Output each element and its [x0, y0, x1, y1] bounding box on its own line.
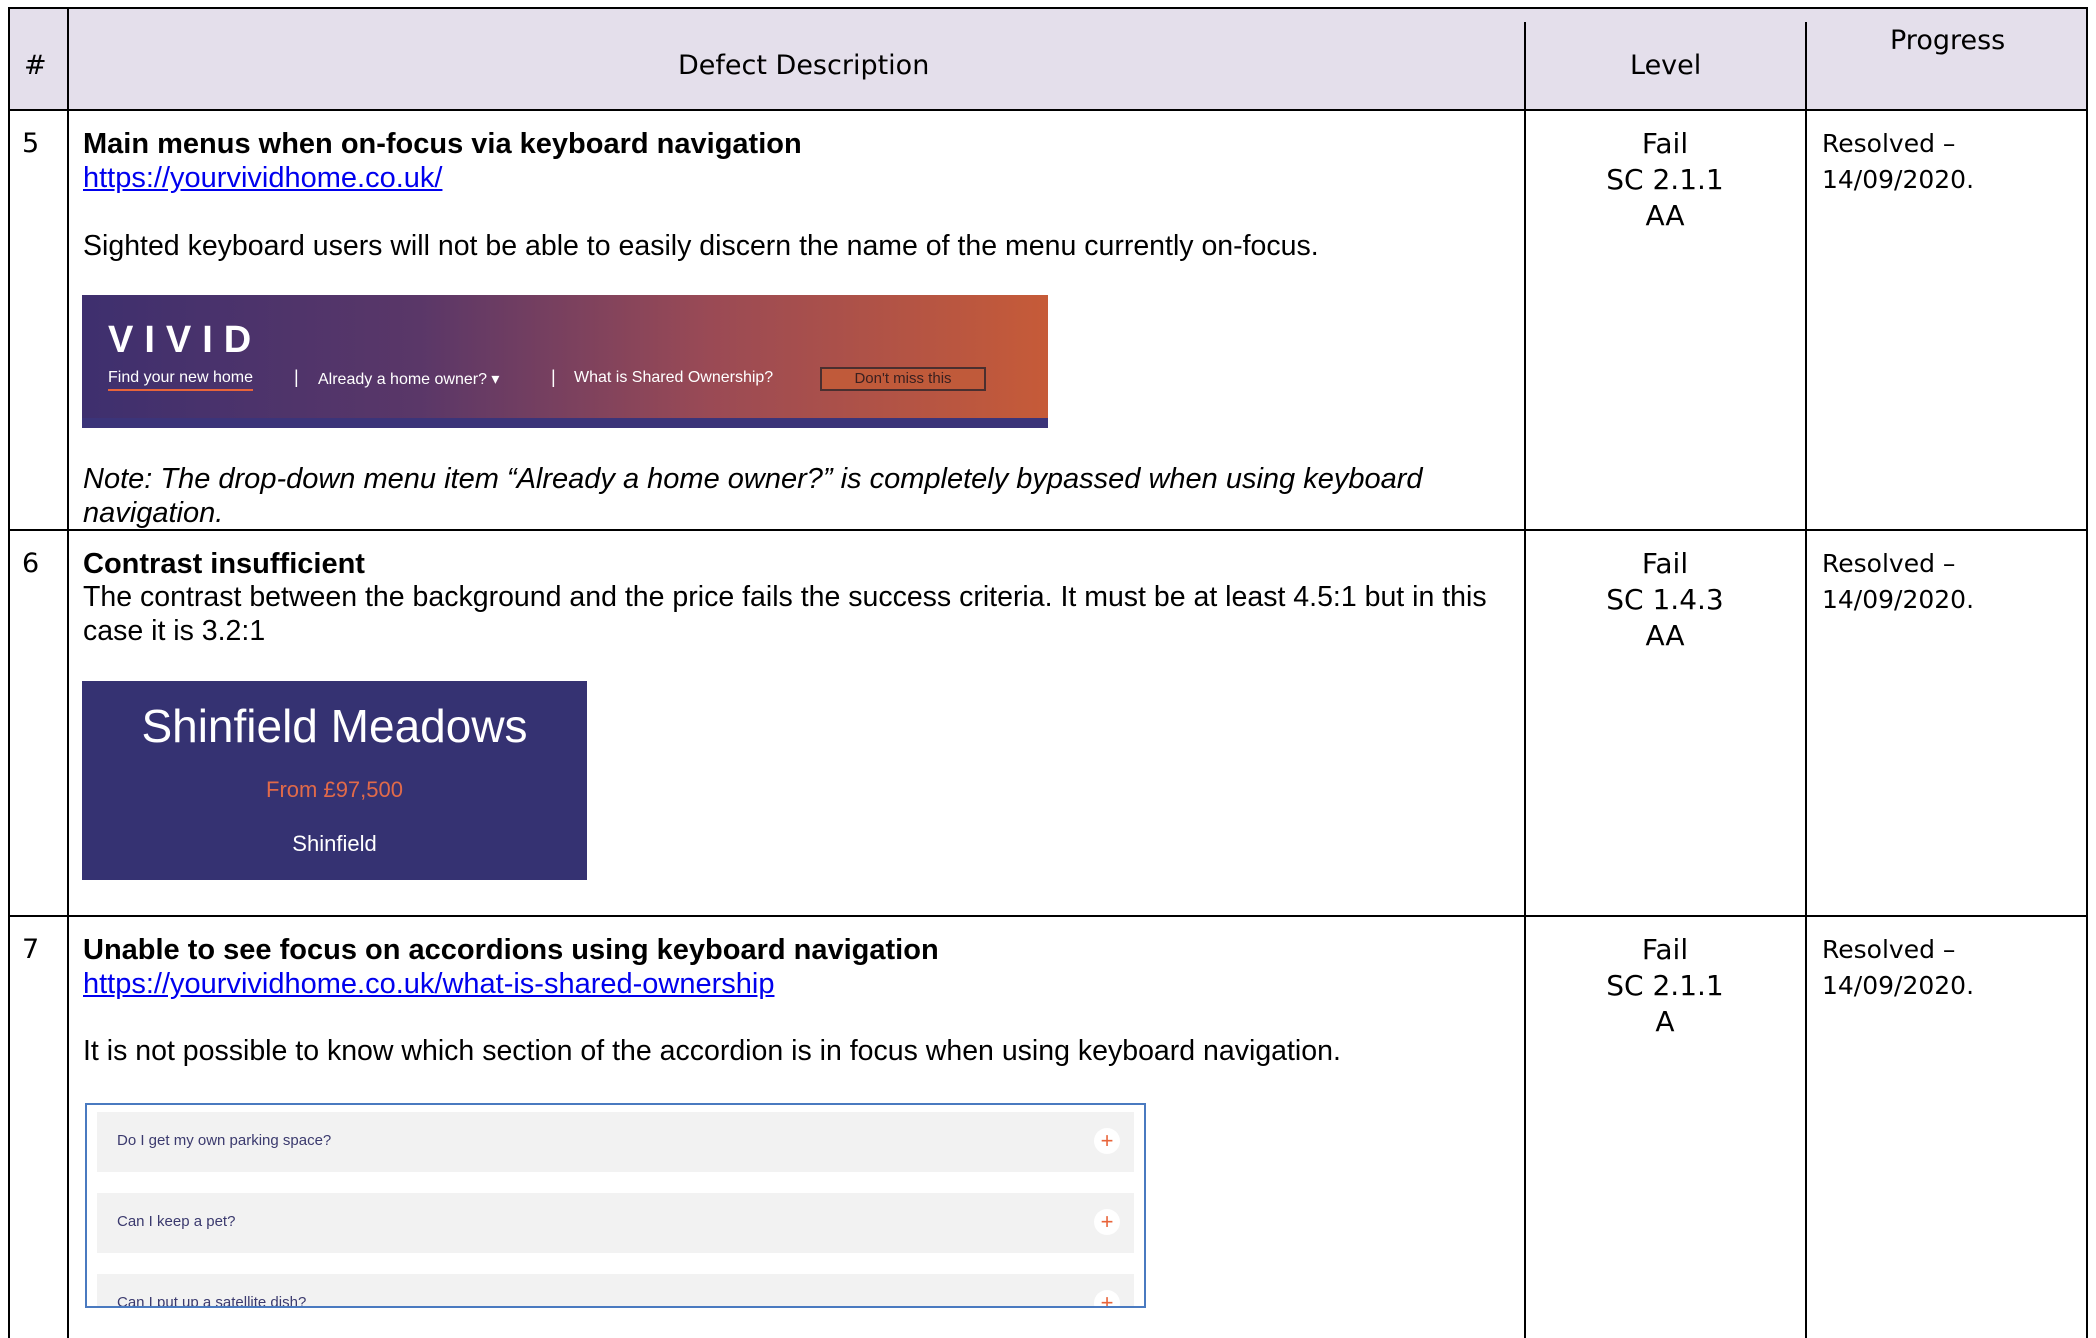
column-divider [67, 7, 69, 1338]
progress-status: Resolved – 14/09/2020. [1822, 126, 1974, 198]
header-level: Level [1630, 50, 1702, 81]
vivid-menu-screenshot: VIVID Find your new home | Already a hom… [82, 295, 1048, 428]
header-description: Defect Description [678, 50, 930, 81]
defect-description: The contrast between the background and … [83, 581, 1487, 647]
column-divider [1805, 22, 1807, 1338]
accordion-question: Can I put up a satellite dish? [117, 1294, 307, 1308]
defect-url-link[interactable]: https://yourvividhome.co.uk/what-is-shar… [83, 968, 774, 1001]
level-fail: Fail [1641, 933, 1689, 966]
column-divider [8, 7, 10, 1338]
defect-title: Main menus when on-focus via keyboard na… [83, 128, 802, 160]
row-number: 6 [22, 548, 40, 579]
nav-separator: | [551, 367, 556, 387]
plus-icon: + [1094, 1290, 1120, 1306]
progress-resolved: Resolved – [1822, 549, 1956, 578]
progress-status: Resolved – 14/09/2020. [1822, 932, 1974, 1004]
defect-description: It is not possible to know which section… [83, 1035, 1341, 1067]
nav-dont-miss-button: Don't miss this [820, 367, 986, 391]
nav-shared-ownership: What is Shared Ownership? [574, 369, 774, 386]
defect-title: Unable to see focus on accordions using … [83, 934, 939, 966]
defect-note: Note: The drop-down menu item “Already a… [83, 463, 1423, 529]
header-bottom-border [8, 109, 2088, 111]
header-progress: Progress [1890, 25, 2006, 56]
level-criterion: SC 2.1.1 [1606, 163, 1724, 196]
progress-resolved: Resolved – [1822, 129, 1956, 158]
level-conformance: A [1655, 1005, 1675, 1038]
table-header [9, 8, 2087, 109]
level-result: Fail SC 2.1.1 AA [1530, 126, 1800, 234]
progress-date: 14/09/2020. [1822, 971, 1975, 1000]
accordion-item: Do I get my own parking space? + [97, 1112, 1134, 1172]
table-border-top [8, 7, 2088, 9]
level-conformance: AA [1645, 619, 1685, 652]
accordion-item: Can I put up a satellite dish? + [97, 1274, 1134, 1308]
row-number: 7 [22, 934, 40, 965]
accordion-question: Can I keep a pet? [117, 1213, 236, 1230]
row-divider [8, 915, 2088, 917]
progress-resolved: Resolved – [1822, 935, 1956, 964]
development-price: From £97,500 [266, 777, 403, 802]
progress-date: 14/09/2020. [1822, 165, 1975, 194]
plus-icon: + [1094, 1209, 1120, 1235]
nav-separator: | [294, 367, 299, 387]
level-criterion: SC 1.4.3 [1606, 583, 1724, 616]
nav-already-home-owner: Already a home owner? ▾ [318, 371, 500, 388]
accordion-screenshot: Do I get my own parking space? + Can I k… [85, 1103, 1146, 1308]
development-name: Shinfield Meadows [141, 700, 528, 752]
defect-description: Sighted keyboard users will not be able … [83, 230, 1319, 262]
banner-bottom-strip [82, 418, 1048, 428]
shinfield-contrast-screenshot: Shinfield Meadows From £97,500 Shinfield [82, 681, 587, 880]
plus-icon: + [1094, 1128, 1120, 1154]
accordion-question: Do I get my own parking space? [117, 1132, 332, 1149]
level-fail: Fail [1641, 547, 1689, 580]
row-number: 5 [22, 128, 40, 159]
column-divider [2086, 7, 2088, 1338]
accordion-item: Can I keep a pet? + [97, 1193, 1134, 1253]
defect-title: Contrast insufficient [83, 548, 365, 580]
level-fail: Fail [1641, 127, 1689, 160]
defect-url-link[interactable]: https://yourvividhome.co.uk/ [83, 162, 442, 195]
progress-date: 14/09/2020. [1822, 585, 1975, 614]
development-location: Shinfield [292, 831, 377, 856]
progress-status: Resolved – 14/09/2020. [1822, 546, 1974, 618]
level-result: Fail SC 2.1.1 A [1530, 932, 1800, 1040]
level-conformance: AA [1645, 199, 1685, 232]
column-divider [1524, 22, 1526, 1338]
level-criterion: SC 2.1.1 [1606, 969, 1724, 1002]
nav-find-new-home: Find your new home [108, 369, 253, 391]
vivid-logo: VIVID [108, 319, 263, 361]
level-result: Fail SC 1.4.3 AA [1530, 546, 1800, 654]
header-number: # [24, 50, 47, 81]
